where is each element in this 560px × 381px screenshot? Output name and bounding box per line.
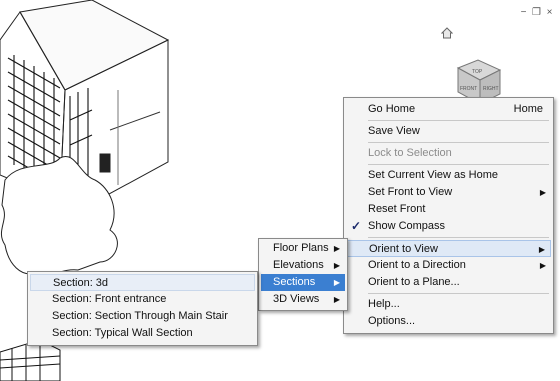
- submenu-arrow-icon: ▶: [539, 261, 546, 270]
- set-current-view-as-home-label: Set Current View as Home: [368, 169, 499, 181]
- menu-separator: [368, 237, 549, 238]
- section-item-typical-wall-section[interactable]: Section: Typical Wall Section: [30, 325, 255, 342]
- menu-separator: [368, 142, 549, 143]
- minimize-icon[interactable]: −: [519, 8, 528, 18]
- orient-to-view-submenu: Floor Plans ▶ Elevations ▶ Sections ▶ 3D…: [258, 238, 348, 311]
- reset-front-label: Reset Front: [368, 203, 426, 215]
- options-label: Options...: [368, 315, 416, 327]
- floor-plans-label: Floor Plans: [273, 242, 329, 254]
- section-item-through-main-stair[interactable]: Section: Section Through Main Stair: [30, 308, 255, 325]
- menu-item-set-front-to-view[interactable]: Set Front to View ▶: [346, 184, 551, 201]
- viewcube-right-label: RIGHT: [483, 86, 499, 92]
- section-item-label: Section: Section Through Main Stair: [52, 310, 228, 322]
- window-controls: − ❐ ×: [519, 8, 554, 18]
- menu-item-orient-to-plane[interactable]: Orient to a Plane...: [346, 274, 551, 291]
- orient-to-direction-label: Orient to a Direction: [368, 259, 466, 271]
- submenu-item-3d-views[interactable]: 3D Views ▶: [261, 291, 345, 308]
- 3d-views-label: 3D Views: [273, 293, 320, 305]
- set-front-to-view-label: Set Front to View: [368, 186, 453, 198]
- section-item-front-entrance[interactable]: Section: Front entrance: [30, 291, 255, 308]
- elevations-label: Elevations: [273, 259, 324, 271]
- save-view-label: Save View: [368, 125, 420, 137]
- show-compass-label: Show Compass: [368, 220, 446, 232]
- submenu-item-elevations[interactable]: Elevations ▶: [261, 257, 345, 274]
- lock-to-selection-label: Lock to Selection: [368, 147, 452, 159]
- viewcube-context-menu: Go Home Home Save View Lock to Selection…: [343, 97, 554, 334]
- section-item-label: Section: Typical Wall Section: [52, 327, 193, 339]
- help-label: Help...: [368, 298, 400, 310]
- submenu-item-sections[interactable]: Sections ▶: [261, 274, 345, 291]
- menu-item-orient-to-direction[interactable]: Orient to a Direction ▶: [346, 257, 551, 274]
- menu-separator: [368, 293, 549, 294]
- viewcube-front-label: FRONT: [460, 86, 477, 92]
- menu-item-show-compass[interactable]: ✓ Show Compass: [346, 218, 551, 235]
- menu-separator: [368, 120, 549, 121]
- tree-outline: [0, 155, 118, 276]
- submenu-arrow-icon: ▶: [538, 245, 545, 254]
- submenu-arrow-icon: ▶: [333, 244, 340, 253]
- submenu-arrow-icon: ▶: [333, 278, 340, 287]
- menu-item-go-home[interactable]: Go Home Home: [346, 101, 551, 118]
- home-icon[interactable]: [441, 27, 453, 39]
- menu-item-set-current-view-as-home[interactable]: Set Current View as Home: [346, 167, 551, 184]
- close-icon[interactable]: ×: [545, 8, 554, 18]
- menu-item-orient-to-view[interactable]: Orient to View ▶: [346, 240, 551, 257]
- menu-item-options[interactable]: Options...: [346, 313, 551, 330]
- section-item-3d[interactable]: Section: 3d: [30, 274, 255, 291]
- submenu-arrow-icon: ▶: [333, 261, 340, 270]
- sections-submenu: Section: 3d Section: Front entrance Sect…: [27, 271, 258, 346]
- submenu-arrow-icon: ▶: [333, 295, 340, 304]
- submenu-item-floor-plans[interactable]: Floor Plans ▶: [261, 240, 345, 257]
- restore-icon[interactable]: ❐: [532, 8, 541, 18]
- building-roof: [19, 0, 170, 91]
- menu-separator: [368, 164, 549, 165]
- go-home-shortcut: Home: [513, 103, 543, 115]
- sections-label: Sections: [273, 276, 316, 288]
- go-home-label: Go Home: [368, 103, 416, 115]
- menu-item-save-view[interactable]: Save View: [346, 123, 551, 140]
- section-item-label: Section: Front entrance: [52, 293, 167, 305]
- orient-to-plane-label: Orient to a Plane...: [368, 276, 460, 288]
- menu-item-lock-to-selection: Lock to Selection: [346, 145, 551, 162]
- section-item-label: Section: 3d: [53, 277, 109, 289]
- submenu-arrow-icon: ▶: [539, 188, 546, 197]
- orient-to-view-label: Orient to View: [369, 243, 438, 255]
- menu-item-reset-front[interactable]: Reset Front: [346, 201, 551, 218]
- menu-item-help[interactable]: Help...: [346, 296, 551, 313]
- viewcube-top-label: TOP: [472, 69, 483, 75]
- checkmark-icon: ✓: [351, 219, 362, 233]
